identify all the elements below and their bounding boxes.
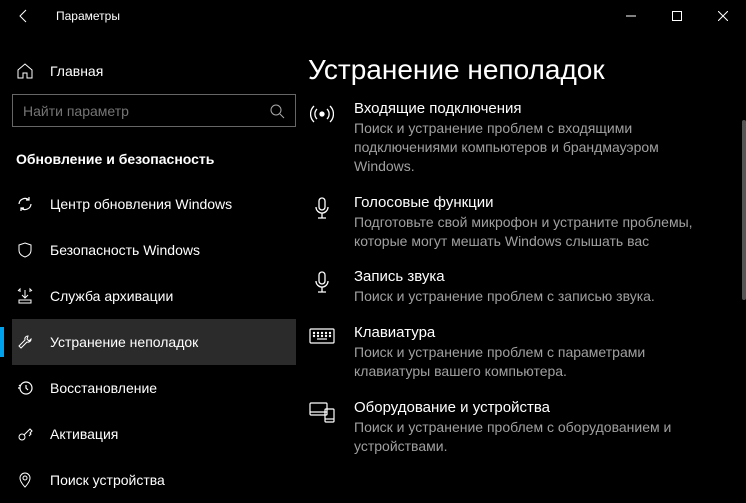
sync-icon [16, 195, 34, 213]
ts-title: Клавиатура [354, 324, 720, 341]
shield-icon [16, 241, 34, 259]
ts-desc: Поиск и устранение проблем с записью зву… [354, 287, 720, 306]
nav-find-device[interactable]: Поиск устройства [12, 457, 296, 503]
wrench-icon [16, 333, 34, 351]
nav-label: Восстановление [50, 380, 157, 396]
scrollbar[interactable] [742, 120, 746, 300]
nav-windows-update[interactable]: Центр обновления Windows [12, 181, 296, 227]
troubleshooter-hardware[interactable]: Оборудование и устройства Поиск и устран… [308, 399, 720, 456]
minimize-button[interactable] [608, 0, 654, 32]
search-box[interactable] [12, 94, 296, 127]
nav-troubleshoot[interactable]: Устранение неполадок [12, 319, 296, 365]
page-heading: Устранение неполадок [308, 54, 720, 86]
ts-title: Оборудование и устройства [354, 399, 720, 416]
home-label: Главная [50, 63, 103, 79]
nav-label: Активация [50, 426, 118, 442]
maximize-button[interactable] [654, 0, 700, 32]
backup-icon [16, 287, 34, 305]
search-icon [269, 103, 285, 119]
ts-desc: Подготовьте свой микрофон и устраните пр… [354, 213, 720, 251]
key-icon [16, 425, 34, 443]
ts-desc: Поиск и устранение проблем с входящими п… [354, 119, 720, 176]
microphone-icon [308, 194, 336, 251]
nav-windows-security[interactable]: Безопасность Windows [12, 227, 296, 273]
broadcast-icon [308, 100, 336, 176]
main-content: Устранение неполадок Входящие подключени… [308, 32, 746, 503]
ts-desc: Поиск и устранение проблем с параметрами… [354, 343, 720, 381]
back-button[interactable] [12, 8, 36, 24]
troubleshooter-keyboard[interactable]: Клавиатура Поиск и устранение проблем с … [308, 324, 720, 381]
ts-title: Запись звука [354, 268, 720, 285]
nav-backup[interactable]: Служба архивации [12, 273, 296, 319]
search-input[interactable] [23, 103, 269, 119]
section-header: Обновление и безопасность [12, 145, 296, 181]
nav-label: Устранение неполадок [50, 334, 198, 350]
location-icon [16, 471, 34, 489]
troubleshooter-incoming-connections[interactable]: Входящие подключения Поиск и устранение … [308, 100, 720, 176]
ts-title: Голосовые функции [354, 194, 720, 211]
home-nav[interactable]: Главная [12, 56, 296, 94]
troubleshooter-speech[interactable]: Голосовые функции Подготовьте свой микро… [308, 194, 720, 251]
keyboard-icon [308, 324, 336, 381]
nav-recovery[interactable]: Восстановление [12, 365, 296, 411]
nav-label: Поиск устройства [50, 472, 165, 488]
nav-label: Служба архивации [50, 288, 173, 304]
close-button[interactable] [700, 0, 746, 32]
ts-title: Входящие подключения [354, 100, 720, 117]
titlebar: Параметры [0, 0, 746, 32]
sidebar: Главная Обновление и безопасность Центр … [0, 32, 308, 503]
window-title: Параметры [56, 9, 120, 23]
ts-desc: Поиск и устранение проблем с оборудовани… [354, 418, 720, 456]
troubleshooter-audio-recording[interactable]: Запись звука Поиск и устранение проблем … [308, 268, 720, 306]
devices-icon [308, 399, 336, 456]
history-icon [16, 379, 34, 397]
nav-label: Безопасность Windows [50, 242, 200, 258]
nav-activation[interactable]: Активация [12, 411, 296, 457]
home-icon [16, 62, 34, 80]
nav-label: Центр обновления Windows [50, 196, 232, 212]
microphone-icon [308, 268, 336, 306]
